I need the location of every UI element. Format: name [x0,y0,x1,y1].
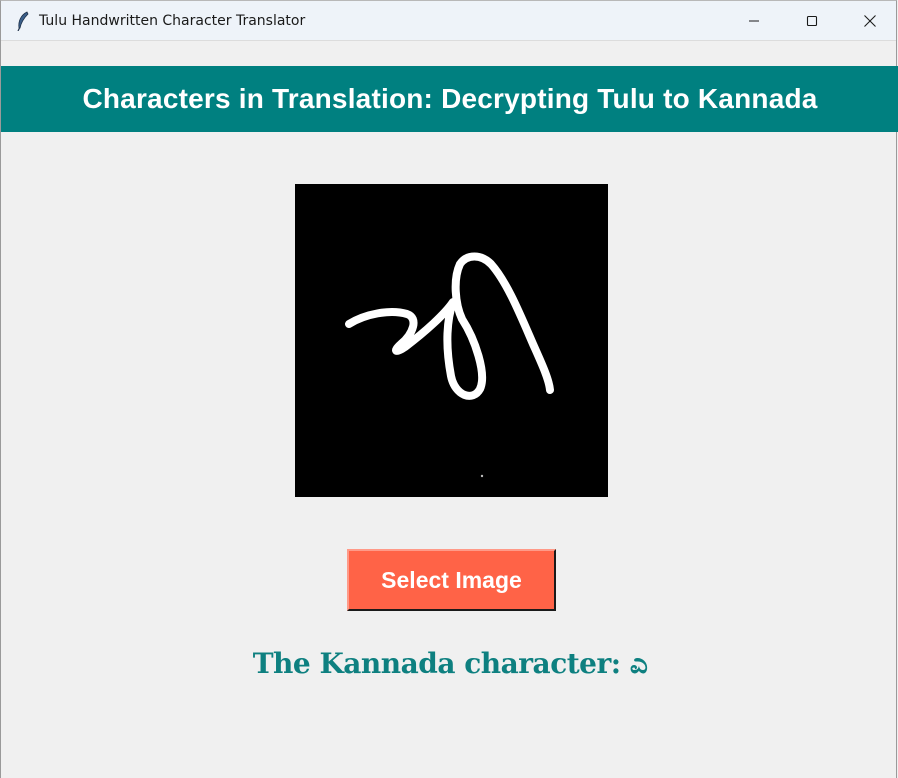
maximize-icon [806,15,818,27]
feather-icon [17,11,29,31]
maximize-button[interactable] [783,1,841,41]
window-title: Tulu Handwritten Character Translator [39,13,306,29]
page-title: Characters in Translation: Decrypting Tu… [82,83,818,114]
minimize-icon [749,20,759,22]
title-bar[interactable]: Tulu Handwritten Character Translator [1,1,896,41]
select-image-button[interactable]: Select Image [347,549,556,611]
minimize-button[interactable] [725,1,783,41]
header-banner: Characters in Translation: Decrypting Tu… [1,66,898,132]
close-icon [864,15,876,27]
handwritten-image-preview [295,184,608,497]
app-window: Tulu Handwritten Character Translator Ch… [0,0,898,778]
result-label: The Kannada character: ಎ [252,647,648,680]
handwritten-character-image [345,252,554,478]
close-button[interactable] [841,1,898,41]
